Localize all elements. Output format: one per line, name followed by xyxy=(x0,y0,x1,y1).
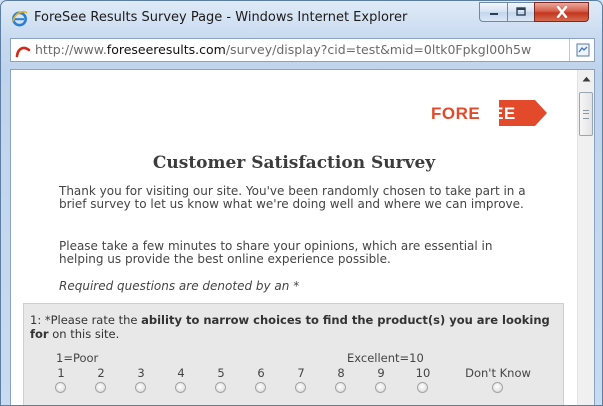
radio-option-8[interactable] xyxy=(335,382,346,393)
survey-page: FORESEE Customer Satisfaction Survey Tha… xyxy=(11,70,577,405)
maximize-icon xyxy=(516,7,526,16)
option-label-8: 8 xyxy=(337,366,345,380)
foresee-logo: FORESEE xyxy=(431,96,551,130)
option-label-10: 10 xyxy=(415,366,431,380)
radio-option-9[interactable] xyxy=(375,382,386,393)
radio-option-dont-know[interactable] xyxy=(492,382,503,393)
minimize-icon xyxy=(489,13,498,15)
option-label-1: 1 xyxy=(57,366,65,380)
page-content: FORESEE Customer Satisfaction Survey Tha… xyxy=(10,69,595,405)
option-label-2: 2 xyxy=(97,366,105,380)
maximize-button[interactable] xyxy=(507,2,535,22)
radio-option-6[interactable] xyxy=(255,382,266,393)
address-bar[interactable]: http://www.foreseeresults.com/survey/dis… xyxy=(10,38,595,62)
radio-option-1[interactable] xyxy=(55,382,66,393)
option-label-4: 4 xyxy=(177,366,185,380)
question-1: 1: *Please rate the ability to narrow ch… xyxy=(23,303,564,405)
option-label-7: 7 xyxy=(297,366,305,380)
option-label-3: 3 xyxy=(137,366,145,380)
browser-window: ForeSee Results Survey Page - Windows In… xyxy=(0,0,603,406)
vertical-scrollbar[interactable] xyxy=(577,70,594,405)
option-label-9: 9 xyxy=(377,366,385,380)
radio-option-4[interactable] xyxy=(175,382,186,393)
title-bar: ForeSee Results Survey Page - Windows In… xyxy=(1,1,602,35)
required-note: Required questions are denoted by an * xyxy=(59,279,300,293)
option-label-6: 6 xyxy=(257,366,265,380)
radio-option-2[interactable] xyxy=(95,382,106,393)
radio-option-3[interactable] xyxy=(135,382,146,393)
question-1-text: 1: *Please rate the ability to narrow ch… xyxy=(30,313,550,341)
logo-text: FORESEE xyxy=(431,104,516,123)
scroll-thumb[interactable] xyxy=(579,92,593,136)
scale-low-label: 1=Poor xyxy=(56,351,99,365)
compatibility-view-icon[interactable] xyxy=(575,42,591,58)
window-title: ForeSee Results Survey Page - Windows In… xyxy=(34,10,408,25)
option-label-dont-know: Don't Know xyxy=(465,366,531,380)
radio-option-5[interactable] xyxy=(215,382,226,393)
close-icon xyxy=(556,6,567,18)
url-text[interactable]: http://www.foreseeresults.com/survey/dis… xyxy=(35,42,563,57)
page-icon xyxy=(15,43,31,58)
scale-high-label: Excellent=10 xyxy=(347,351,424,365)
survey-title: Customer Satisfaction Survey xyxy=(152,153,436,173)
scroll-up-button[interactable] xyxy=(578,70,594,87)
internet-explorer-icon xyxy=(11,10,28,27)
intro-text: Thank you for visiting our site. You've … xyxy=(59,184,526,211)
radio-option-10[interactable] xyxy=(417,382,428,393)
arrow-up-icon xyxy=(582,76,590,81)
invite-text: Please take a few minutes to share your … xyxy=(59,239,493,266)
radio-option-7[interactable] xyxy=(295,382,306,393)
close-button[interactable] xyxy=(534,2,589,22)
option-label-5: 5 xyxy=(217,366,225,380)
minimize-button[interactable] xyxy=(479,2,508,22)
grip-icon xyxy=(583,109,589,119)
address-divider xyxy=(569,39,570,61)
